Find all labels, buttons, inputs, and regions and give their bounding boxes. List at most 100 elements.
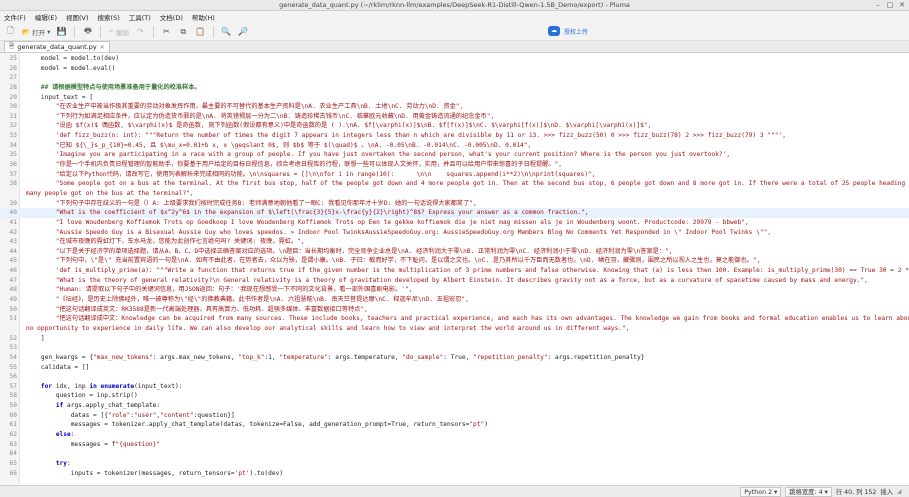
code-line[interactable]: 55 calidata = [] <box>0 363 909 373</box>
menu-help[interactable]: 帮助(H) <box>192 12 215 22</box>
code-editor[interactable]: 25 model = model.to(dev) 26 model = model… <box>0 53 909 485</box>
copy-button[interactable]: ⧉ <box>177 25 190 38</box>
code-text: ] <box>20 334 45 344</box>
code-token: gen_kwargs = { <box>26 353 94 361</box>
code-line[interactable]: 61 messages = tokenizer.apply_chat_templ… <box>0 420 909 430</box>
code-token: "下列行为如满足相应条件，应认定为伪造货币罪的是\nA. 将英镑揭层一分为二\n… <box>26 112 495 120</box>
code-text: question = inp.strip() <box>20 391 138 401</box>
code-line[interactable]: 52 ] <box>0 334 909 344</box>
code-line[interactable]: 54 gen_kwargs = {"max_new_tokens": args.… <box>0 353 909 363</box>
code-text: "Human: 请提取以下句子中的关键词信息，用JSON返回：句子：'我现在想感… <box>20 285 413 295</box>
code-token: "What is the theory of general relativit… <box>26 276 868 284</box>
menu-view[interactable]: 视图(V) <box>66 12 89 22</box>
code-line[interactable]: 31 "下列行为如满足相应条件，应认定为伪造货币罪的是\nA. 将英镑揭层一分为… <box>0 112 909 122</box>
code-line[interactable]: 51 "把这句话翻译成中文：Knowledge can be acquired … <box>0 314 909 324</box>
line-number: 36 <box>9 161 17 169</box>
code-line[interactable]: 53 <box>0 343 909 353</box>
code-line[interactable]: 27 <box>0 73 909 83</box>
code-token: messages = tokenizer.apply_chat_template… <box>26 421 470 429</box>
close-tab-icon[interactable]: ✕ <box>100 44 105 51</box>
minimize-icon[interactable]: – <box>874 1 882 9</box>
code-token: "在城市夜晚的霓虹灯下，车水马龙，您能为此创作七言绝句吗? 关键词: 夜晚，霓虹… <box>26 238 305 246</box>
code-line[interactable]: 46 'def is_multiply_prime(a): """Write a… <box>0 266 909 276</box>
code-line[interactable]: 45 "下列句中，\"是\" 充当前置宾语的一句是\nA. 如有不由此者，在势者… <box>0 256 909 266</box>
code-line[interactable]: 63 messages = f"{question}" <box>0 440 909 450</box>
code-line[interactable]: 37 "给定以下Python代码，请改写它，使用列表解析来完成相同的功能。\n\… <box>0 170 909 180</box>
code-line[interactable]: many people got on the bus at the termin… <box>0 189 909 199</box>
menu-edit[interactable]: 编辑(E) <box>35 12 57 22</box>
code-text: try: <box>20 459 71 469</box>
code-token: "已知 ${\_}s_p_{10}=0.45, 且 $\mu_x=0.01+b … <box>26 141 532 149</box>
code-text: "下列句中，\"是\" 充当前置宾语的一句是\nA. 如有不由此者，在势者去，众… <box>20 256 761 266</box>
code-line[interactable]: 38 "Some people got on a bus at the term… <box>0 179 909 189</box>
open-button[interactable]: 📂 打开 ▾ <box>21 25 51 38</box>
line-number: 51 <box>9 315 17 323</box>
code-text: "把这句话翻译成英文：RK3588是新一代高端处理器，具有高算力、低功耗、超强多… <box>20 305 368 315</box>
code-line[interactable]: 26 model = model.eval() <box>0 64 909 74</box>
code-line[interactable]: 29 input_text = [ <box>0 93 909 103</box>
toolbar-separator <box>152 25 154 38</box>
new-file-button[interactable]: 🗋 <box>4 25 17 38</box>
redo-button[interactable]: ↷ <box>134 25 147 38</box>
code-line[interactable]: 48 "Human: 请提取以下句子中的关键词信息，用JSON返回：句子：'我现… <box>0 285 909 295</box>
code-token: "在农业生产中被当作极其重要的劳动对象发挥作用，最主要的不可替代的基本生产资料是… <box>26 103 464 111</box>
code-line[interactable]: 36 "你是一个手机内负责日程管理的智能助手，你要基于用户给定的目标日程信息，综… <box>0 160 909 170</box>
search-button[interactable]: 🔍 <box>220 25 233 38</box>
code-text: "在城市夜晚的霓虹灯下，车水马龙，您能为此创作七言绝句吗? 关键词: 夜晚，霓虹… <box>20 237 305 247</box>
menu-search[interactable]: 搜索(S) <box>98 12 120 22</box>
code-line[interactable]: no opportunity to experience in daily li… <box>0 324 909 334</box>
maximize-icon[interactable]: □ <box>886 1 894 9</box>
cloud-upload-button[interactable]: ☁ 授权上传 <box>548 26 588 36</box>
code-token: "top_k" <box>238 353 265 361</box>
code-line[interactable]: 65 try: <box>0 459 909 469</box>
code-line[interactable]: 50 "把这句话翻译成英文：RK3588是新一代高端处理器，具有高算力、低功耗、… <box>0 305 909 315</box>
code-line[interactable]: 34 "已知 ${\_}s_p_{10}=0.45, 且 $\mu_x=0.01… <box>0 141 909 151</box>
line-number: 53 <box>9 344 17 352</box>
tab-generate-data-quant[interactable]: 🗎 generate_data_quant.py ✕ <box>4 41 110 52</box>
code-token: "do_sample" <box>402 353 444 361</box>
code-line[interactable]: 44 "以下是关于经济学的单项选择题，请从A、B、C、D中选择正确答案对应的选项… <box>0 247 909 257</box>
code-line[interactable]: 59 if args.apply_chat_template: <box>0 401 909 411</box>
code-line[interactable]: 56 <box>0 372 909 382</box>
language-selector[interactable]: Python 2 ▾ <box>740 486 782 497</box>
code-line[interactable]: 57 for idx, inp in enumerate(input_text)… <box>0 382 909 392</box>
undo-button[interactable]: ↶ 撤销 <box>107 25 129 38</box>
code-line[interactable]: 25 model = model.to(dev) <box>0 54 909 64</box>
code-line[interactable]: 28 ## 请根据模型特点与使用场景准备用于量化的校准样本。 <box>0 83 909 93</box>
code-line[interactable]: 58 question = inp.strip() <box>0 391 909 401</box>
code-line[interactable]: 60 datas = [{"role":"user","content":que… <box>0 411 909 421</box>
print-button[interactable]: 🖶 <box>81 25 94 38</box>
code-line[interactable]: 32 "设函 $f(x)$ 偶函数, $\varphi(x)$ 是奇函数, 则下… <box>0 121 909 131</box>
code-text: "下列行为如满足相应条件，应认定为伪造货币罪的是\nA. 将英镑揭层一分为二\n… <box>20 112 494 122</box>
code-line[interactable]: 35 'Imagine you are participating in a r… <box>0 150 909 160</box>
cut-button[interactable]: ✂ <box>160 25 173 38</box>
code-line[interactable]: 42 "Aussie Speedo Guy is a Bisexual Auss… <box>0 228 909 238</box>
code-line[interactable]: 41 "I love Woudenberg Koffiemok Trots op… <box>0 218 909 228</box>
code-line[interactable]: 40 "What is the coefficient of $x^2y^6$ … <box>0 208 909 218</box>
menu-documents[interactable]: 文档(D) <box>160 12 183 22</box>
code-line[interactable]: 62 else: <box>0 430 909 440</box>
code-token: : args.temperature, <box>327 353 403 361</box>
code-token: :1, <box>264 353 280 361</box>
save-button[interactable]: 💾 <box>55 25 68 38</box>
code-line[interactable]: 39 "下列句子中存在歧义的一句是（）A: 上级要求我们按时完成任务B: 老师满… <box>0 199 909 209</box>
paste-button[interactable]: 📋 <box>194 25 207 38</box>
menu-file[interactable]: 文件(F) <box>4 12 26 22</box>
code-line[interactable]: 43 "在城市夜晚的霓虹灯下，车水马龙，您能为此创作七言绝句吗? 关键词: 夜晚… <box>0 237 909 247</box>
close-window-icon[interactable]: ✕ <box>898 1 906 9</box>
code-line[interactable]: 33 'def fizz_buzz(n: int): """Return the… <box>0 131 909 141</box>
code-line[interactable]: 66 inputs = tokenizer(messages, return_t… <box>0 469 909 479</box>
undo-icon: ↶ <box>108 27 114 36</box>
code-text: "Some people got on a bus at the termina… <box>20 179 909 189</box>
code-line[interactable]: 47 "What is the theory of general relati… <box>0 276 909 286</box>
line-number: 52 <box>9 334 17 342</box>
tab-width-selector[interactable]: 跳格宽度: 4 ▾ <box>785 486 832 497</box>
code-line[interactable]: 49 "《坛经》，是历史上除佛经外，唯一被尊称为\"经\"的佛教典籍。此书作者是… <box>0 295 909 305</box>
code-line[interactable]: 64 <box>0 449 909 459</box>
code-line[interactable]: 30 "在农业生产中被当作极其重要的劳动对象发挥作用，最主要的不可替代的基本生产… <box>0 102 909 112</box>
replace-button[interactable]: 🔎 <box>237 25 250 38</box>
code-text: "《坛经》，是历史上除佛经外，唯一被尊称为\"经\"的佛教典籍。此书作者是\nA… <box>20 295 469 305</box>
resize-grip-icon[interactable]: ◢ <box>897 488 905 496</box>
menu-tools[interactable]: 工具(T) <box>129 12 151 22</box>
